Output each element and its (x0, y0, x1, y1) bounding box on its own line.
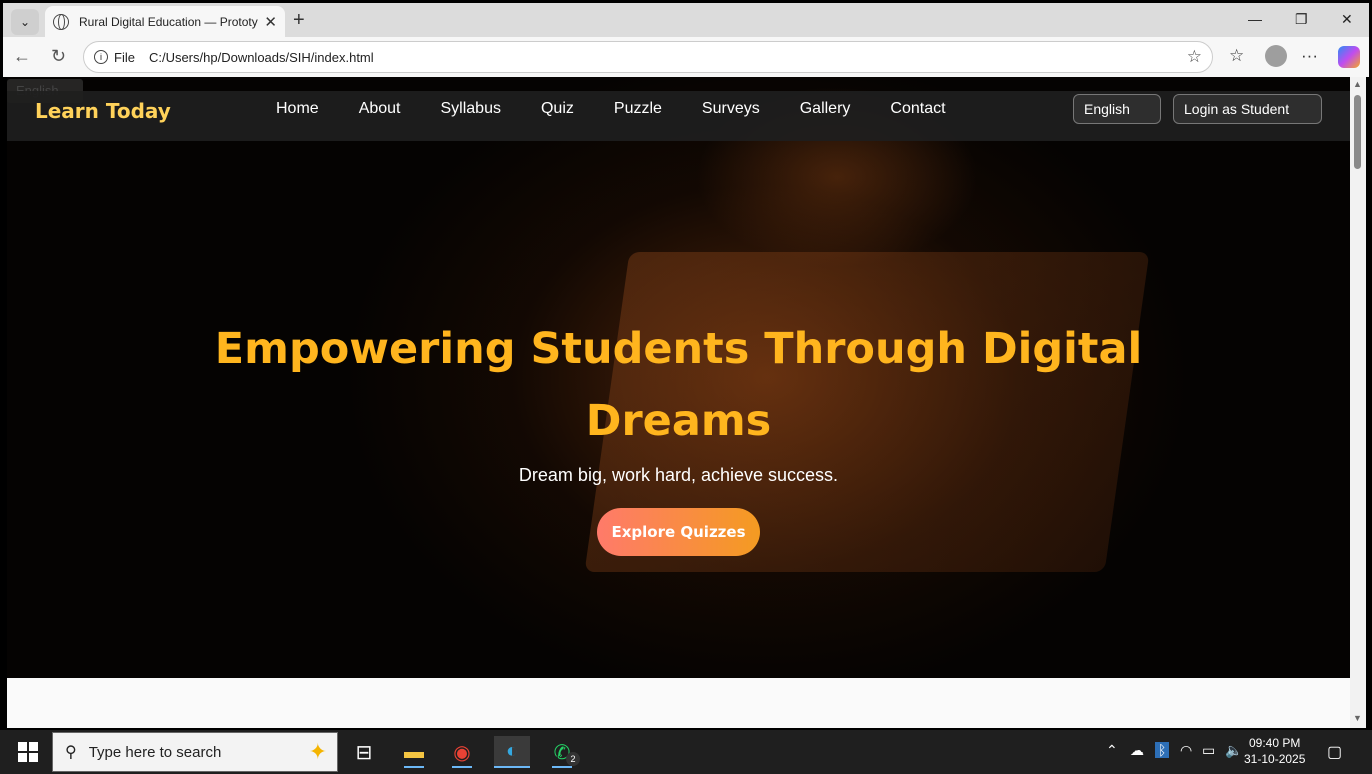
desktop: ⌄ Rural Digital Education — Prototy ✕ + … (0, 0, 1372, 774)
close-window-button[interactable]: ✕ (1341, 11, 1353, 28)
address-bar[interactable]: i File C:/Users/hp/Downloads/SIH/index.h… (83, 41, 1213, 73)
info-icon[interactable]: i (94, 50, 108, 64)
chrome-icon[interactable]: ◉ (444, 736, 480, 768)
windows-taskbar: ⚲ Type here to search ✦ ⊟ ▬ ◉ ◐ ✆ 2 ⌃ ☁ ᛒ… (0, 730, 1372, 774)
language-button[interactable]: English (1073, 94, 1161, 124)
whatsapp-badge: 2 (566, 752, 580, 766)
address-url: C:/Users/hp/Downloads/SIH/index.html (148, 49, 374, 65)
browser-titlebar: ⌄ Rural Digital Education — Prototy ✕ + … (3, 3, 1369, 37)
hero-title: Empowering Students Through Digital Drea… (214, 324, 1143, 446)
explore-quizzes-button[interactable]: Explore Quizzes (597, 508, 760, 556)
task-view-icon[interactable]: ⊟ (346, 736, 382, 768)
nav-link-contact[interactable]: Contact (890, 100, 945, 118)
nav-link-about[interactable]: About (359, 100, 401, 118)
taskbar-search[interactable]: ⚲ Type here to search ✦ (52, 732, 338, 772)
favorites-icon[interactable]: ☆ (1229, 46, 1244, 66)
edge-icon[interactable]: ◐ (494, 736, 530, 768)
close-tab-icon[interactable]: ✕ (264, 13, 277, 31)
webpage: English Learn Today Home About Syllabus … (7, 77, 1350, 728)
wifi-icon[interactable]: ◠ (1180, 742, 1192, 759)
nav-link-puzzle[interactable]: Puzzle (614, 100, 662, 118)
clock-time: 09:40 PM (1249, 736, 1301, 750)
nav-link-syllabus[interactable]: Syllabus (441, 100, 501, 118)
back-button[interactable]: ← (13, 46, 31, 67)
favorite-star-icon[interactable]: ☆ (1187, 47, 1202, 67)
globe-icon (53, 13, 69, 30)
chevron-down-icon: ⌄ (19, 15, 31, 29)
browser-tab[interactable]: Rural Digital Education — Prototy ✕ (45, 6, 285, 37)
scroll-up-icon[interactable]: ▲ (1353, 79, 1362, 89)
profile-avatar[interactable] (1265, 45, 1287, 67)
scroll-down-icon[interactable]: ▼ (1353, 713, 1362, 723)
scroll-thumb[interactable] (1354, 95, 1361, 169)
more-menu-icon[interactable]: ··· (1301, 46, 1318, 66)
nav-link-gallery[interactable]: Gallery (800, 100, 851, 118)
tab-search-button[interactable]: ⌄ (11, 9, 39, 35)
site-navbar: Learn Today Home About Syllabus Quiz Puz… (7, 91, 1350, 141)
bluetooth-icon[interactable]: ᛒ (1155, 742, 1170, 758)
reload-button[interactable]: ↻ (51, 46, 66, 67)
system-clock[interactable]: 09:40 PM 31-10-2025 (1244, 735, 1305, 767)
hero-section: English Learn Today Home About Syllabus … (7, 77, 1350, 678)
clock-date: 31-10-2025 (1244, 752, 1306, 766)
nav-link-quiz[interactable]: Quiz (541, 100, 574, 118)
volume-icon[interactable]: 🔈 (1225, 742, 1242, 759)
windows-start-icon[interactable] (18, 742, 38, 762)
whatsapp-icon[interactable]: ✆ 2 (544, 736, 580, 768)
nav-link-surveys[interactable]: Surveys (702, 100, 760, 118)
notifications-icon[interactable]: ▢ (1327, 742, 1342, 762)
sparkle-icon: ✦ (308, 739, 327, 764)
nav-link-home[interactable]: Home (276, 100, 319, 118)
copilot-icon[interactable] (1338, 46, 1360, 68)
restore-button[interactable]: ❐ (1295, 11, 1308, 28)
brand-logo[interactable]: Learn Today (35, 99, 171, 123)
login-button[interactable]: Login as Student (1173, 94, 1322, 124)
minimize-button[interactable]: — (1248, 11, 1262, 27)
search-icon: ⚲ (65, 744, 77, 761)
battery-icon[interactable]: ▭ (1202, 742, 1215, 759)
tab-title: Rural Digital Education — Prototy (79, 14, 258, 29)
file-explorer-icon[interactable]: ▬ (396, 736, 432, 768)
page-scrollbar[interactable]: ▲ ▼ (1350, 77, 1366, 728)
nav-links: Home About Syllabus Quiz Puzzle Surveys … (276, 100, 946, 118)
new-tab-button[interactable]: + (293, 9, 305, 32)
address-scheme: File (114, 49, 135, 65)
hero-subtitle: Dream big, work hard, achieve success. (518, 465, 839, 485)
search-placeholder: Type here to search (88, 743, 222, 761)
onedrive-icon[interactable]: ☁ (1130, 742, 1144, 759)
browser-toolbar: ← ↻ i File C:/Users/hp/Downloads/SIH/ind… (3, 37, 1369, 77)
tray-chevron-icon[interactable]: ⌃ (1106, 742, 1118, 759)
